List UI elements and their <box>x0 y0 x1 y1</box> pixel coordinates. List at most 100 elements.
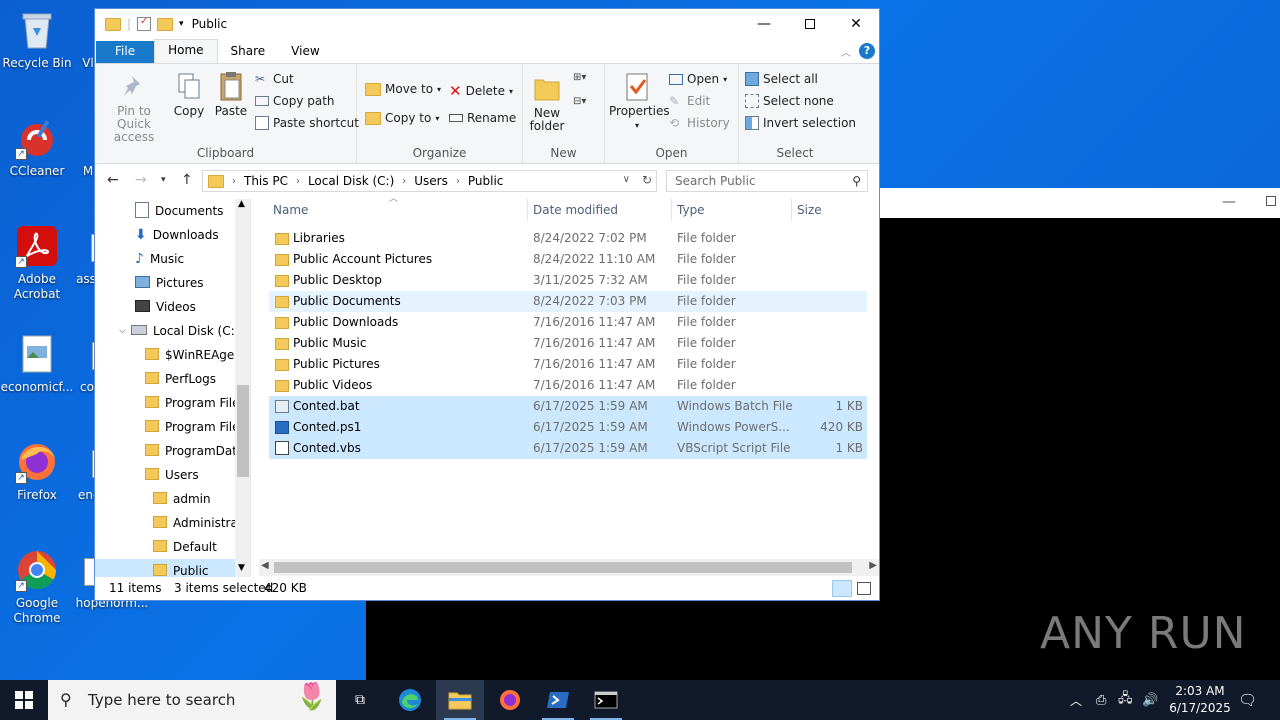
notifications-icon[interactable]: 🗨 <box>1238 680 1257 720</box>
nav-item[interactable]: Users <box>95 463 235 487</box>
horizontal-scrollbar-thumb[interactable] <box>274 562 852 573</box>
file-row[interactable]: Public Videos 7/16/2016 11:47 AM File fold… <box>269 375 867 396</box>
new-folder-button[interactable]: New folder <box>527 72 567 133</box>
select-all-button[interactable]: Select all <box>745 72 818 86</box>
edit-button[interactable]: ✎ Edit <box>669 94 710 108</box>
taskbar-edge[interactable] <box>386 680 434 720</box>
nav-item[interactable]: ProgramData <box>95 439 244 463</box>
pin-quick-access-button[interactable]: Pin to Quick access <box>99 70 169 144</box>
nav-item[interactable]: Program Files <box>95 415 246 439</box>
nav-item[interactable]: Program Files <box>95 391 246 415</box>
nav-scrollbar[interactable]: ▲ ▼ <box>235 199 250 577</box>
history-button[interactable]: ⟲ History <box>669 116 730 130</box>
column-header-date[interactable]: Date modified <box>529 199 669 221</box>
column-divider[interactable] <box>671 199 672 221</box>
tab-home[interactable]: Home <box>154 39 218 63</box>
nav-item[interactable]: Documents <box>95 199 235 223</box>
file-row[interactable]: Public Music 7/16/2016 11:47 AM File folde… <box>269 333 867 354</box>
breadcrumb-users[interactable]: Users <box>414 174 448 188</box>
scroll-left-icon[interactable]: ◀ <box>261 560 269 571</box>
desktop-icon-economic-file[interactable]: economicf... <box>0 332 74 395</box>
file-row[interactable]: Conted.vbs 6/17/2025 1:59 AM VBScript Scri… <box>269 438 867 459</box>
file-row[interactable]: Public Documents 8/24/2022 7:03 PM File fo… <box>269 291 867 312</box>
invert-selection-button[interactable]: Invert selection <box>745 116 856 130</box>
easy-access-icon[interactable]: ⊟▾ <box>573 96 595 114</box>
breadcrumb-this-pc[interactable]: This PC <box>244 174 288 188</box>
refresh-icon[interactable]: ↻ <box>642 173 652 187</box>
column-divider[interactable] <box>791 199 792 221</box>
taskbar-file-explorer[interactable] <box>436 680 484 720</box>
open-button[interactable]: Open ▾ <box>669 72 727 86</box>
show-hidden-icons[interactable]: ︿ <box>1070 680 1082 720</box>
cut-button[interactable]: ✂ Cut <box>255 72 294 86</box>
collapse-ribbon-icon[interactable]: ︿ <box>841 44 851 59</box>
taskbar-firefox[interactable] <box>486 680 534 720</box>
desktop-icon-ccleaner[interactable]: ↗ CCleaner <box>0 116 74 179</box>
properties-qat-icon[interactable]: ✓ <box>137 16 152 31</box>
collapse-arrow-icon[interactable]: ⌵ <box>119 326 126 336</box>
move-to-button[interactable]: Move to ▾ <box>365 82 441 96</box>
breadcrumb-chevron[interactable]: › <box>232 176 236 187</box>
delete-button[interactable]: ✕ Delete ▾ <box>449 82 513 100</box>
scroll-right-icon[interactable]: ▶ <box>869 560 877 571</box>
maximize-icon[interactable] <box>1266 196 1276 206</box>
nav-item[interactable]: Administrat <box>95 511 243 535</box>
taskbar-search-box[interactable]: ⚲ Type here to search 🌷 <box>48 680 336 720</box>
desktop-icon-firefox[interactable]: ↗ Firefox <box>0 440 74 503</box>
title-bar[interactable]: | ✓ ▾ Public — ✕ <box>95 9 879 39</box>
minimize-button[interactable]: — <box>741 9 787 39</box>
file-row[interactable]: Public Pictures 7/16/2016 11:47 AM File fo… <box>269 354 867 375</box>
taskbar-clock[interactable]: 2:03 AM 6/17/2025 <box>1160 683 1240 717</box>
qat-dropdown-icon[interactable]: ▾ <box>179 19 184 29</box>
new-item-icon[interactable]: ⊞▾ <box>573 72 595 90</box>
up-icon[interactable]: ↑ <box>181 172 193 188</box>
desktop-icon-adobe-acrobat[interactable]: ↗ Adobe Acrobat <box>0 224 74 302</box>
network-icon[interactable]: 🖧 <box>1118 680 1133 720</box>
task-view-button[interactable]: ⧉ <box>336 680 384 720</box>
properties-button[interactable]: Properties ▾ <box>609 70 670 132</box>
taskbar-command-prompt[interactable] <box>582 680 630 720</box>
column-header-type[interactable]: Type <box>673 199 791 221</box>
nav-item[interactable]: Public <box>95 559 235 577</box>
breadcrumb-chevron[interactable]: › <box>296 176 300 187</box>
forward-icon[interactable]: → <box>135 172 147 188</box>
back-icon[interactable]: ← <box>107 172 119 188</box>
desktop-icon-recycle-bin[interactable]: Recycle Bin <box>0 8 74 71</box>
taskbar-powershell[interactable] <box>534 680 582 720</box>
paste-shortcut-button[interactable]: Paste shortcut <box>255 116 359 130</box>
nav-item[interactable]: Pictures <box>95 271 235 295</box>
nav-item[interactable]: Videos <box>95 295 235 319</box>
copy-to-button[interactable]: Copy to ▾ <box>365 111 439 125</box>
breadcrumb-chevron[interactable]: › <box>402 176 406 187</box>
close-button[interactable]: ✕ <box>833 9 879 39</box>
breadcrumb-chevron[interactable]: › <box>456 176 460 187</box>
tab-file[interactable]: File <box>96 41 155 63</box>
nav-item[interactable]: $WinREAgent <box>95 343 247 367</box>
tab-share[interactable]: Share <box>218 41 279 63</box>
file-row[interactable]: Conted.ps1 6/17/2025 1:59 AM Windows Power… <box>269 417 867 438</box>
breadcrumb-public[interactable]: Public <box>468 174 504 188</box>
nav-item[interactable]: Default <box>95 535 235 559</box>
desktop-icon-google-chrome[interactable]: ↗ Google Chrome <box>0 548 74 626</box>
select-none-button[interactable]: Select none <box>745 94 834 108</box>
maximize-button[interactable] <box>787 9 833 39</box>
column-header-size[interactable]: Size <box>793 199 863 221</box>
copy-button[interactable]: Copy <box>169 70 209 118</box>
column-divider[interactable] <box>527 199 528 221</box>
address-dropdown-icon[interactable]: ∨ <box>623 174 630 185</box>
file-row[interactable]: Conted.bat 6/17/2025 1:59 AM Windows Batch… <box>269 396 867 417</box>
minimize-icon[interactable]: — <box>1222 194 1236 210</box>
file-row[interactable]: Public Downloads 7/16/2016 11:47 AM File f… <box>269 312 867 333</box>
volume-icon[interactable]: 🔊 <box>1142 680 1158 720</box>
scroll-up-icon[interactable]: ▲ <box>238 199 245 209</box>
desktop-icon-partial[interactable]: ass <box>76 232 96 287</box>
help-icon[interactable]: ? <box>859 43 875 59</box>
start-button[interactable] <box>0 680 48 720</box>
nav-item[interactable]: ♪ Music <box>95 247 235 271</box>
nav-scrollbar-thumb[interactable] <box>237 385 249 477</box>
rename-button[interactable]: Rename <box>449 111 516 125</box>
large-icons-view-icon[interactable] <box>857 582 871 595</box>
nav-item[interactable]: admin <box>95 487 235 511</box>
file-row[interactable]: Libraries 8/24/2022 7:02 PM File folder <box>269 228 867 249</box>
nav-item[interactable]: ⌵ Local Disk (C:) <box>95 319 239 343</box>
